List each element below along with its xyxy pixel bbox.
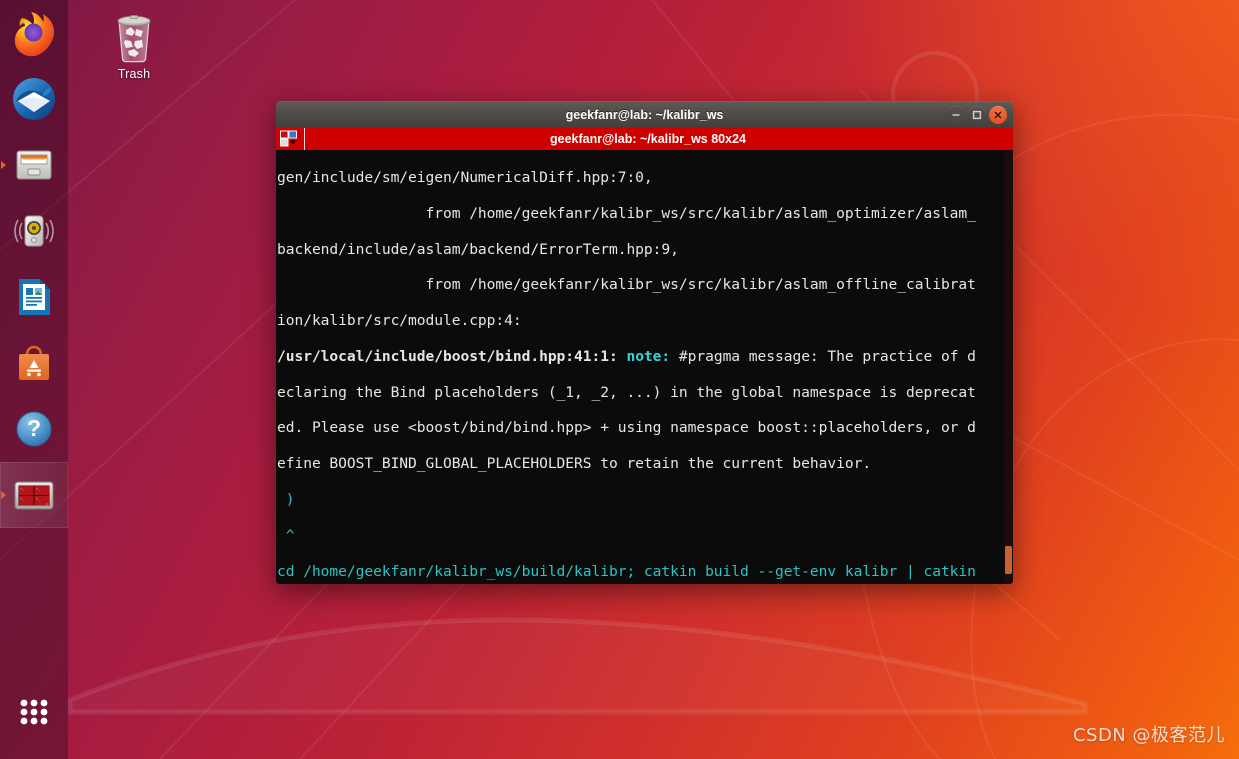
- desktop-icon-trash[interactable]: Trash: [98, 10, 170, 81]
- trash-icon: [117, 15, 151, 63]
- launcher-item-terminator[interactable]: >_ >_ >_ >_: [0, 462, 68, 528]
- apps-grid-icon: [20, 699, 48, 725]
- help-icon: ?: [16, 411, 52, 447]
- terminal-line: ion/kalibr/src/module.cpp:4:: [277, 312, 522, 330]
- terminator-layout-icon[interactable]: [278, 128, 300, 150]
- thunderbird-icon: [13, 78, 55, 120]
- show-applications-button[interactable]: [0, 679, 68, 745]
- terminal-line: cd /home/geekfanr/kalibr_ws/build/kalibr…: [277, 562, 976, 580]
- close-icon[interactable]: [989, 106, 1007, 124]
- unity-launcher[interactable]: ? >_ >_ >_ >_: [0, 0, 68, 759]
- files-icon: [16, 150, 52, 180]
- maximize-glyph: [972, 110, 982, 120]
- terminator-icon: >_ >_ >_ >_: [14, 481, 54, 510]
- minimize-glyph: [952, 114, 960, 116]
- terminal-line: from /home/geekfanr/kalibr_ws/src/kalibr…: [277, 204, 976, 222]
- tabbar-divider: [304, 128, 305, 150]
- libreoffice-writer-icon: [19, 279, 50, 315]
- window-title: geekfanr@lab: ~/kalibr_ws: [565, 108, 724, 122]
- terminal-tab-title[interactable]: geekfanr@lab: ~/kalibr_ws 80x24: [305, 132, 991, 146]
- terminal-line: ed. Please use <boost/bind/bind.hpp> + u…: [277, 419, 976, 437]
- svg-text:?: ?: [27, 415, 41, 441]
- terminal-scrollbar[interactable]: [1004, 150, 1013, 584]
- ubuntu-software-icon: [19, 345, 49, 380]
- desktop: ? >_ >_ >_ >_ Trash geekfanr@lab: ~/kali…: [0, 0, 1239, 759]
- terminal-line: gen/include/sm/eigen/NumericalDiff.hpp:7…: [277, 168, 653, 186]
- minimize-icon[interactable]: [947, 106, 965, 124]
- firefox-icon: [14, 12, 55, 57]
- window-controls[interactable]: [947, 106, 1007, 124]
- terminal-line: eclaring the Bind placeholders (_1, _2, …: [277, 383, 976, 401]
- terminal-line: efine BOOST_BIND_GLOBAL_PLACEHOLDERS to …: [277, 455, 872, 473]
- terminal-scrollbar-thumb[interactable]: [1005, 546, 1012, 574]
- launcher-item-firefox[interactable]: [0, 0, 68, 66]
- desktop-icon-label: Trash: [117, 67, 151, 81]
- terminal-line-note: /usr/local/include/boost/bind.hpp:41:1: …: [277, 347, 976, 365]
- launcher-item-thunderbird[interactable]: [0, 66, 68, 132]
- watermark: CSDN @极客范儿: [1072, 725, 1225, 746]
- terminal-line: from /home/geekfanr/kalibr_ws/src/kalibr…: [277, 276, 976, 294]
- launcher-item-help[interactable]: ?: [0, 396, 68, 462]
- terminal-output: gen/include/sm/eigen/NumericalDiff.hpp:7…: [277, 151, 1013, 584]
- rhythmbox-icon: [14, 215, 54, 247]
- terminal-tabbar[interactable]: geekfanr@lab: ~/kalibr_ws 80x24: [276, 128, 1013, 150]
- maximize-icon[interactable]: [968, 106, 986, 124]
- terminal-line: ): [277, 491, 295, 509]
- launcher-item-libreoffice-writer[interactable]: [0, 264, 68, 330]
- launcher-item-ubuntu-software[interactable]: [0, 330, 68, 396]
- close-glyph: [994, 111, 1002, 119]
- terminal-body[interactable]: gen/include/sm/eigen/NumericalDiff.hpp:7…: [276, 150, 1013, 584]
- terminator-layout-glyph: [280, 130, 297, 147]
- window-titlebar[interactable]: geekfanr@lab: ~/kalibr_ws: [276, 101, 1013, 128]
- terminal-window[interactable]: geekfanr@lab: ~/kalibr_ws geekfanr@lab: …: [276, 101, 1013, 584]
- launcher-item-files[interactable]: [0, 132, 68, 198]
- launcher-item-rhythmbox[interactable]: [0, 198, 68, 264]
- terminal-line: ^: [277, 526, 295, 544]
- terminal-line: backend/include/aslam/backend/ErrorTerm.…: [277, 240, 679, 258]
